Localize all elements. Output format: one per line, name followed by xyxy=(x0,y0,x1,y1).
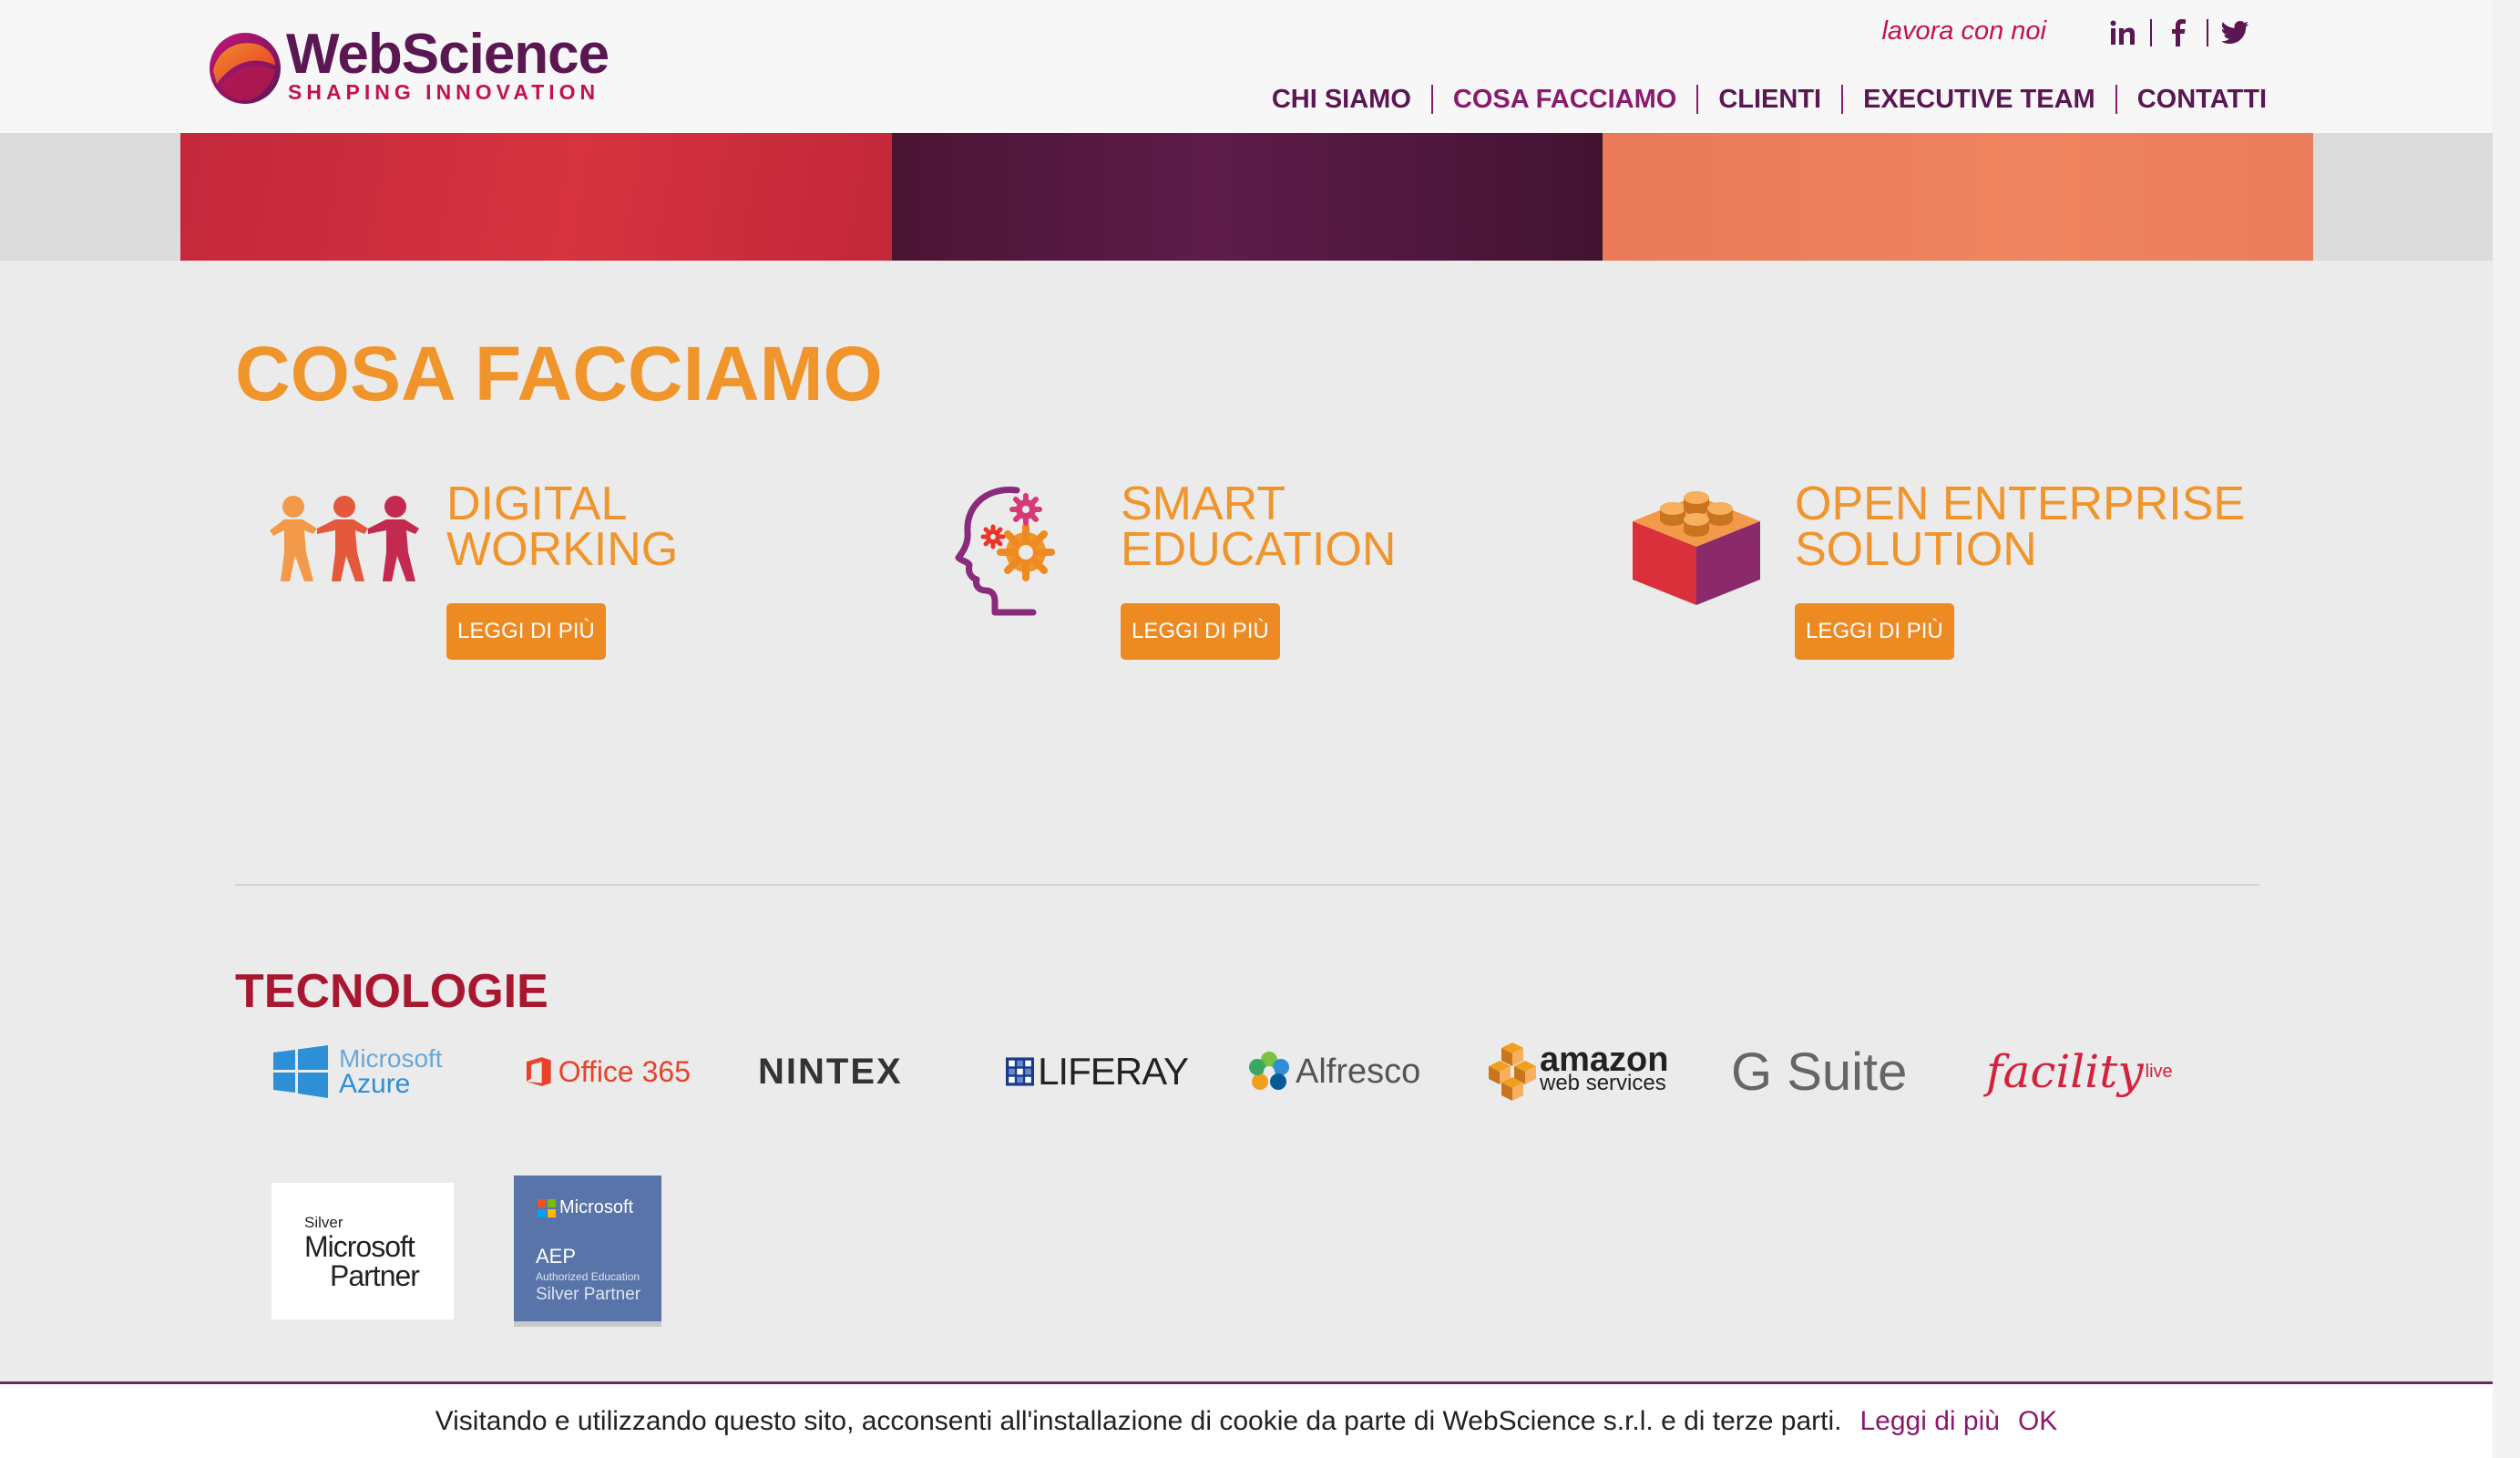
people-chain-icon xyxy=(270,496,419,581)
aws-line2: web services xyxy=(1540,1071,1666,1095)
liferay-text: LIFERAY xyxy=(1038,1050,1189,1093)
service-title-line: EDUCATION xyxy=(1121,523,1397,576)
nav-cosa-facciamo[interactable]: COSA FACCIAMO xyxy=(1433,85,1696,115)
aws-cubes-icon xyxy=(1489,1042,1536,1101)
nav-contatti[interactable]: CONTATTI xyxy=(2117,85,2267,115)
service-smart-education: SMART EDUCATION LEGGI DI PIÙ xyxy=(938,474,1613,674)
technologies-title: TECNOLOGIE xyxy=(235,965,548,1018)
facility-text: facility xyxy=(1986,1045,2144,1098)
service-title-line: WORKING xyxy=(446,523,679,576)
facility-live-suffix: live xyxy=(2145,1061,2173,1082)
service-title-line: SMART xyxy=(1121,477,1286,530)
tech-logo-nintex[interactable]: NINTEX xyxy=(758,1028,949,1115)
main-nav: CHI SIAMO COSA FACCIAMO CLIENTI EXECUTIV… xyxy=(1252,80,2267,118)
aep-authorized-label: Authorized Education xyxy=(536,1270,640,1283)
office-365-text: Office 365 xyxy=(558,1054,691,1088)
cookie-ok-button[interactable]: OK xyxy=(2018,1406,2057,1437)
service-title-line: SOLUTION xyxy=(1795,523,2037,576)
tech-logo-alfresco[interactable]: Alfresco xyxy=(1248,1028,1430,1115)
alfresco-text: Alfresco xyxy=(1296,1052,1421,1091)
read-more-button[interactable]: LEGGI DI PIÙ xyxy=(1795,603,1954,660)
office-icon xyxy=(527,1057,551,1086)
alfresco-icon xyxy=(1249,1052,1289,1090)
site-header: WebScience SHAPING INNOVATION lavora con… xyxy=(0,0,2493,133)
service-title: DIGITAL WORKING xyxy=(446,477,679,576)
aep-silver-label: Silver Partner xyxy=(536,1285,641,1304)
lego-brick-icon xyxy=(1633,491,1760,605)
hero-banner xyxy=(0,133,2493,261)
tech-logo-liferay[interactable]: LIFERAY xyxy=(1006,1028,1189,1115)
aep-brand: Microsoft xyxy=(559,1197,634,1217)
aws-wordmark: amazon web services xyxy=(1540,1041,1669,1095)
nintex-text: NINTEX xyxy=(758,1051,903,1092)
facebook-link[interactable] xyxy=(2152,16,2207,49)
hero-image-digital-working xyxy=(180,133,892,261)
read-more-button[interactable]: LEGGI DI PIÙ xyxy=(1121,603,1280,660)
nav-clienti[interactable]: CLIENTI xyxy=(1698,85,1841,115)
read-more-button[interactable]: LEGGI DI PIÙ xyxy=(446,603,606,660)
microsoft-aep-badge: Microsoft AEP Authorized Education Silve… xyxy=(514,1176,661,1327)
service-title: OPEN ENTERPRISE SOLUTION xyxy=(1795,477,2246,576)
partner-label: Partner xyxy=(330,1259,420,1292)
cookie-message: Visitando e utilizzando questo sito, acc… xyxy=(435,1405,1842,1436)
azure-line2: Azure xyxy=(339,1069,411,1099)
facebook-icon xyxy=(2172,19,2186,46)
cookie-more-link[interactable]: Leggi di più xyxy=(1860,1406,2000,1437)
hero-image-smart-education xyxy=(892,133,1603,261)
page-scrollbar[interactable] xyxy=(2493,0,2520,1458)
nav-executive-team[interactable]: EXECUTIVE TEAM xyxy=(1843,85,2115,115)
windows-icon xyxy=(273,1045,328,1098)
logo-mark-icon xyxy=(210,33,281,104)
aws-line1: amazon xyxy=(1540,1041,1669,1079)
cookie-banner: Visitando e utilizzando questo sito, acc… xyxy=(0,1381,2493,1458)
service-digital-working: DIGITAL WORKING LEGGI DI PIÙ xyxy=(264,474,938,674)
azure-line1: Microsoft xyxy=(339,1044,443,1073)
service-open-enterprise: OPEN ENTERPRISE SOLUTION LEGGI DI PIÙ xyxy=(1613,474,2287,674)
aep-label: AEP xyxy=(536,1245,577,1268)
logo-subtitle: SHAPING INNOVATION xyxy=(288,80,600,104)
tech-logo-facility-live[interactable]: facility live xyxy=(1986,1028,2173,1115)
silver-label: Silver xyxy=(304,1214,343,1231)
section-divider xyxy=(235,884,2259,886)
tech-logo-aws[interactable]: amazon web services xyxy=(1489,1028,1671,1115)
g-suite-text: G Suite xyxy=(1731,1042,1908,1102)
work-with-us-link[interactable]: lavora con noi xyxy=(1881,16,2046,46)
hero-image-open-enterprise xyxy=(1603,133,2313,261)
linkedin-icon xyxy=(2110,20,2135,45)
tech-logo-office-365[interactable]: Office 365 xyxy=(527,1028,691,1115)
logo[interactable]: WebScience SHAPING INNOVATION xyxy=(208,22,610,113)
microsoft-silver-partner-badge: Silver Microsoft Partner xyxy=(271,1183,454,1319)
service-title-line: OPEN ENTERPRISE xyxy=(1795,477,2246,530)
twitter-link[interactable] xyxy=(2208,16,2263,49)
service-title-line: DIGITAL xyxy=(446,477,628,530)
linkedin-link[interactable] xyxy=(2095,16,2150,49)
tech-logo-g-suite[interactable]: G Suite xyxy=(1731,1028,1922,1115)
service-title: SMART EDUCATION xyxy=(1121,477,1397,576)
logo-title: WebScience xyxy=(286,23,610,86)
twitter-icon xyxy=(2222,21,2249,44)
azure-wordmark: Microsoft Azure xyxy=(339,1044,443,1099)
page-title: COSA FACCIAMO xyxy=(235,331,883,416)
microsoft-logo-icon xyxy=(538,1199,556,1217)
tech-logo-azure[interactable]: Microsoft Azure xyxy=(273,1028,456,1115)
nav-chi-siamo[interactable]: CHI SIAMO xyxy=(1252,85,1431,115)
liferay-icon xyxy=(1006,1057,1035,1086)
head-gears-icon xyxy=(955,487,1055,616)
social-links xyxy=(2095,15,2263,51)
